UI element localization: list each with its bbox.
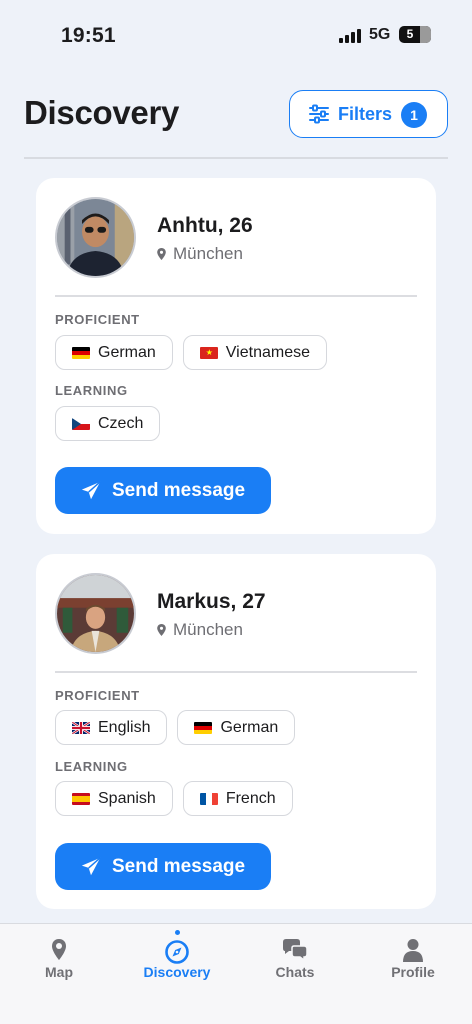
flag-germany-icon	[194, 721, 213, 734]
language-chip: English	[55, 710, 168, 745]
battery-icon: 5	[399, 26, 431, 43]
send-message-button[interactable]: Send message	[55, 843, 271, 890]
map-pin-icon	[52, 939, 66, 960]
language-chip: German	[55, 335, 173, 370]
tab-label: Discovery	[143, 964, 211, 980]
compass-icon	[165, 940, 189, 964]
signal-icon	[339, 29, 363, 43]
flag-czech-icon	[72, 417, 90, 430]
card-divider	[55, 671, 417, 673]
profile-name: Markus, 27	[157, 590, 266, 613]
avatar-photo	[57, 575, 134, 652]
tab-label: Map	[45, 964, 73, 980]
proficient-label: PROFICIENT	[55, 688, 140, 703]
network-label: 5G	[369, 26, 391, 43]
language-chip: German	[177, 710, 296, 745]
flag-uk-icon	[72, 721, 90, 734]
status-time: 19:51	[61, 24, 116, 47]
status-bar: 19:51 5G 5	[0, 0, 472, 60]
person-icon	[403, 939, 423, 962]
header-divider	[24, 157, 448, 159]
avatar[interactable]	[55, 197, 136, 278]
proficient-languages: German ★ Vietnamese	[55, 335, 327, 370]
profile-card[interactable]: Markus, 27 München PROFICIENT English Ge…	[36, 554, 436, 909]
card-divider	[55, 295, 417, 297]
tab-profile[interactable]: Profile	[354, 924, 472, 1024]
avatar-photo	[57, 199, 134, 276]
flag-vietnam-icon: ★	[199, 346, 218, 359]
language-chip: Czech	[55, 406, 161, 441]
location-label: München	[173, 620, 243, 639]
learning-languages: Czech	[55, 406, 161, 441]
location-pin-icon	[157, 248, 166, 260]
tab-discovery[interactable]: Discovery	[118, 924, 236, 1024]
location-label: München	[173, 244, 243, 263]
language-name: Vietnamese	[225, 343, 310, 361]
send-message-label: Send message	[112, 479, 246, 501]
language-name: French	[225, 789, 276, 807]
language-chip: ★ Vietnamese	[182, 335, 327, 370]
tab-label: Chats	[275, 964, 315, 980]
language-name: Czech	[98, 414, 144, 432]
language-name: German	[220, 718, 279, 736]
learning-languages: Spanish French	[55, 781, 293, 816]
avatar[interactable]	[55, 573, 136, 654]
page-title: Discovery	[24, 94, 180, 131]
profile-card[interactable]: Anhtu, 26 München PROFICIENT German ★ Vi…	[36, 178, 436, 534]
filters-count-badge: 1	[401, 102, 427, 128]
profile-location: München	[157, 620, 243, 640]
profile-name: Anhtu, 26	[157, 214, 253, 237]
learning-label: LEARNING	[55, 759, 128, 774]
language-name: German	[98, 343, 156, 361]
flag-spain-icon	[72, 792, 90, 805]
language-chip: French	[182, 781, 293, 816]
proficient-languages: English German	[55, 710, 296, 745]
language-name: English	[98, 718, 151, 736]
send-message-label: Send message	[112, 855, 246, 877]
learning-label: LEARNING	[55, 383, 128, 398]
language-name: Spanish	[98, 789, 156, 807]
location-pin-icon	[157, 624, 166, 636]
sliders-icon	[309, 104, 329, 124]
paper-plane-icon	[81, 856, 101, 875]
tab-chats[interactable]: Chats	[236, 924, 354, 1024]
battery-level: 5	[406, 27, 414, 41]
filters-button[interactable]: Filters 1	[289, 90, 448, 138]
flag-france-icon	[199, 792, 218, 805]
flag-germany-icon	[72, 346, 90, 359]
proficient-label: PROFICIENT	[55, 312, 140, 327]
tab-label: Profile	[391, 964, 435, 980]
chat-bubbles-icon	[283, 939, 308, 962]
paper-plane-icon	[81, 480, 101, 499]
tab-bar: Map Discovery Chats Profile	[0, 923, 472, 1024]
tab-map[interactable]: Map	[0, 924, 118, 1024]
profile-location: München	[157, 244, 243, 264]
active-indicator	[174, 930, 180, 935]
filters-label: Filters	[338, 103, 393, 124]
language-chip: Spanish	[55, 781, 173, 816]
send-message-button[interactable]: Send message	[55, 467, 271, 514]
